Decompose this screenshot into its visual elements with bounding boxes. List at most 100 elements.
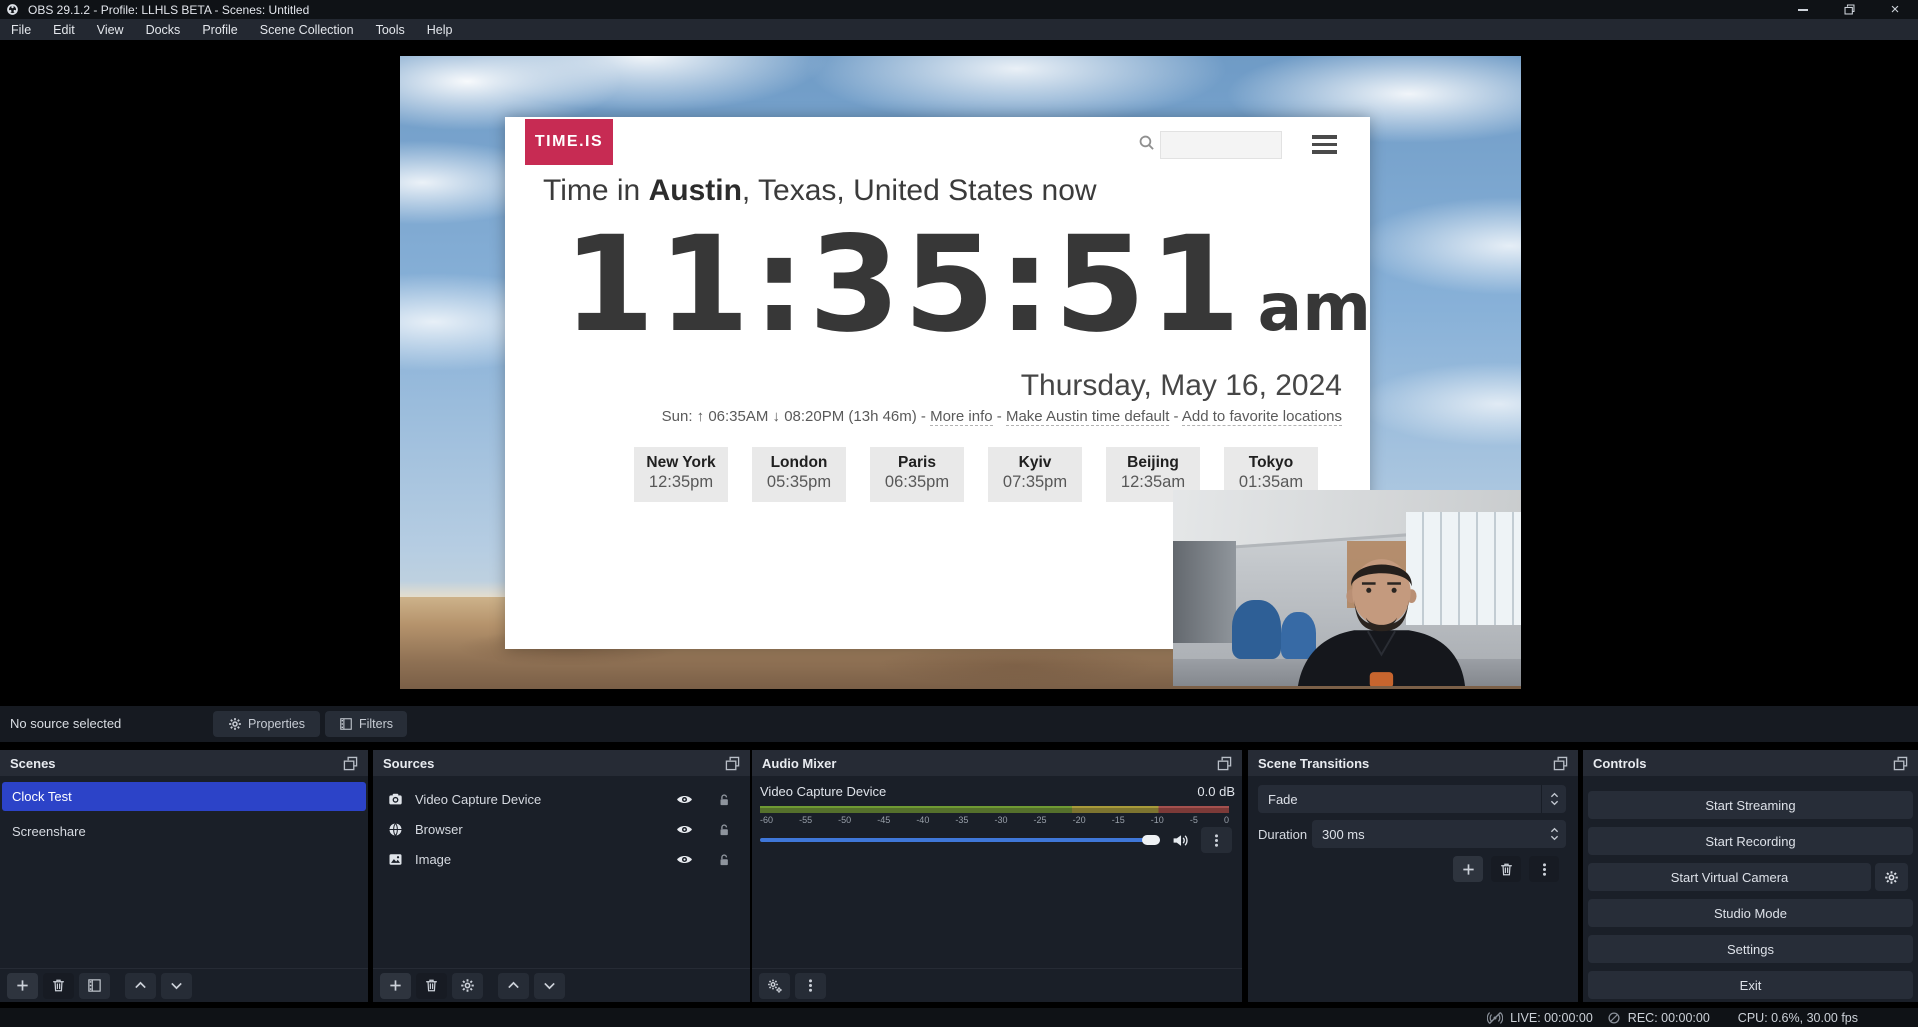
popout-dock-icon[interactable] bbox=[1893, 756, 1908, 771]
volume-slider[interactable] bbox=[760, 838, 1160, 842]
source-move-down-button[interactable] bbox=[534, 973, 565, 999]
mixer-menu-button[interactable] bbox=[795, 973, 826, 999]
menu-scene-collection[interactable]: Scene Collection bbox=[249, 19, 365, 40]
menu-tools[interactable]: Tools bbox=[365, 19, 416, 40]
start-virtual-camera-button[interactable]: Start Virtual Camera bbox=[1588, 863, 1871, 891]
search-icon bbox=[1138, 134, 1155, 151]
scene-preview[interactable]: TIME.IS Time in Austin, Texas, United St… bbox=[400, 56, 1521, 689]
popout-dock-icon[interactable] bbox=[343, 756, 358, 771]
add-favorite-link: Add to favorite locations bbox=[1182, 408, 1342, 426]
source-item-browser[interactable]: Browser bbox=[373, 816, 750, 843]
hamburger-menu-icon bbox=[1312, 135, 1337, 154]
menu-view[interactable]: View bbox=[86, 19, 135, 40]
add-scene-button[interactable] bbox=[7, 973, 38, 999]
scene-item-clock-test[interactable]: Clock Test bbox=[2, 782, 366, 811]
popout-dock-icon[interactable] bbox=[725, 756, 740, 771]
add-source-button[interactable] bbox=[380, 973, 411, 999]
scene-move-up-button[interactable] bbox=[125, 973, 156, 999]
minimize-icon bbox=[1798, 9, 1808, 11]
live-status: LIVE: 00:00:00 bbox=[1487, 1010, 1593, 1026]
minimize-button[interactable] bbox=[1780, 0, 1826, 19]
add-transition-button[interactable] bbox=[1453, 856, 1483, 882]
scene-move-down-button[interactable] bbox=[161, 973, 192, 999]
meter-scale: -60-55-50-45-40-35-30-25-20-15-10-50 bbox=[760, 815, 1229, 825]
person-webcam bbox=[1284, 527, 1479, 686]
scene-item-screenshare[interactable]: Screenshare bbox=[2, 817, 366, 846]
timeis-logo: TIME.IS bbox=[525, 119, 613, 165]
close-button[interactable]: × bbox=[1872, 0, 1918, 19]
make-default-link: Make Austin time default bbox=[1006, 408, 1169, 426]
sources-title: Sources bbox=[383, 756, 434, 771]
lock-icon[interactable] bbox=[717, 793, 731, 807]
duration-spinbox[interactable]: 300 ms bbox=[1312, 820, 1566, 848]
menu-help[interactable]: Help bbox=[416, 19, 464, 40]
source-status-text: No source selected bbox=[10, 716, 121, 731]
menu-docks[interactable]: Docks bbox=[135, 19, 192, 40]
timeis-search-input bbox=[1160, 131, 1282, 159]
advanced-audio-button[interactable] bbox=[759, 973, 790, 999]
source-properties-button[interactable] bbox=[452, 973, 483, 999]
mixer-level-db: 0.0 dB bbox=[1197, 784, 1235, 799]
scene-transitions-title: Scene Transitions bbox=[1258, 756, 1369, 771]
mixer-options-button[interactable] bbox=[1201, 827, 1232, 853]
clock-digits: 11:35:51 bbox=[563, 213, 1244, 358]
restore-icon bbox=[1843, 3, 1856, 16]
scene-filters-button[interactable] bbox=[79, 973, 110, 999]
kebab-menu-icon bbox=[803, 978, 818, 993]
menu-file[interactable]: File bbox=[0, 19, 42, 40]
dropdown-spinner-icon bbox=[1541, 785, 1566, 813]
timeis-clock: 11:35:51 am bbox=[563, 213, 1371, 358]
duration-label: Duration bbox=[1258, 820, 1307, 848]
remove-source-button[interactable] bbox=[416, 973, 447, 999]
clock-meridiem: am bbox=[1258, 269, 1371, 346]
city-card: London05:35pm bbox=[752, 447, 846, 502]
visibility-eye-icon[interactable] bbox=[676, 821, 693, 838]
menu-edit[interactable]: Edit bbox=[42, 19, 86, 40]
timeis-heading: Time in Austin, Texas, United States now bbox=[543, 174, 1097, 208]
cpu-status: CPU: 0.6%, 30.00 fps bbox=[1738, 1011, 1858, 1025]
record-inactive-icon bbox=[1607, 1011, 1621, 1025]
stream-inactive-icon bbox=[1487, 1010, 1503, 1026]
remove-scene-button[interactable] bbox=[43, 973, 74, 999]
mixer-toolbar bbox=[752, 968, 1242, 1002]
lock-icon[interactable] bbox=[717, 853, 731, 867]
virtual-camera-config-button[interactable] bbox=[1875, 863, 1908, 891]
transition-dropdown[interactable]: Fade bbox=[1258, 785, 1566, 813]
timeis-sun-info: Sun: ↑ 06:35AM ↓ 08:20PM (13h 46m) - Mor… bbox=[662, 408, 1342, 425]
popout-dock-icon[interactable] bbox=[1217, 756, 1232, 771]
start-recording-button[interactable]: Start Recording bbox=[1588, 827, 1913, 855]
speaker-icon[interactable] bbox=[1172, 832, 1189, 849]
audio-mixer-panel: Audio Mixer Video Capture Device 0.0 dB … bbox=[752, 750, 1242, 1002]
volume-slider-handle[interactable] bbox=[1142, 835, 1160, 845]
source-toolbar: No source selected Properties Filters bbox=[0, 706, 1918, 742]
city-card: Paris06:35pm bbox=[870, 447, 964, 502]
kebab-menu-icon bbox=[1537, 862, 1552, 877]
source-item-image[interactable]: Image bbox=[373, 846, 750, 873]
popout-dock-icon[interactable] bbox=[1553, 756, 1568, 771]
start-streaming-button[interactable]: Start Streaming bbox=[1588, 791, 1913, 819]
source-item-video-capture[interactable]: Video Capture Device bbox=[373, 786, 750, 813]
menu-bar: File Edit View Docks Profile Scene Colle… bbox=[0, 19, 1918, 40]
settings-button[interactable]: Settings bbox=[1588, 935, 1913, 963]
transition-options-button[interactable] bbox=[1529, 856, 1559, 882]
kebab-menu-icon bbox=[1209, 833, 1224, 848]
audio-mixer-title: Audio Mixer bbox=[762, 756, 836, 771]
source-move-up-button[interactable] bbox=[498, 973, 529, 999]
plus-icon bbox=[388, 978, 403, 993]
globe-icon bbox=[388, 822, 403, 837]
maximize-button[interactable] bbox=[1826, 0, 1872, 19]
menu-profile[interactable]: Profile bbox=[191, 19, 248, 40]
visibility-eye-icon[interactable] bbox=[676, 851, 693, 868]
properties-button[interactable]: Properties bbox=[213, 711, 320, 737]
exit-button[interactable]: Exit bbox=[1588, 971, 1913, 999]
office-left-wall bbox=[1173, 541, 1236, 643]
filters-button[interactable]: Filters bbox=[325, 711, 407, 737]
remove-transition-button[interactable] bbox=[1491, 856, 1521, 882]
chevron-up-icon bbox=[133, 978, 148, 993]
trash-icon bbox=[424, 978, 439, 993]
lock-icon[interactable] bbox=[717, 823, 731, 837]
spinbox-arrows-icon[interactable] bbox=[1542, 826, 1566, 842]
visibility-eye-icon[interactable] bbox=[676, 791, 693, 808]
gear-icon bbox=[228, 717, 242, 731]
studio-mode-button[interactable]: Studio Mode bbox=[1588, 899, 1913, 927]
